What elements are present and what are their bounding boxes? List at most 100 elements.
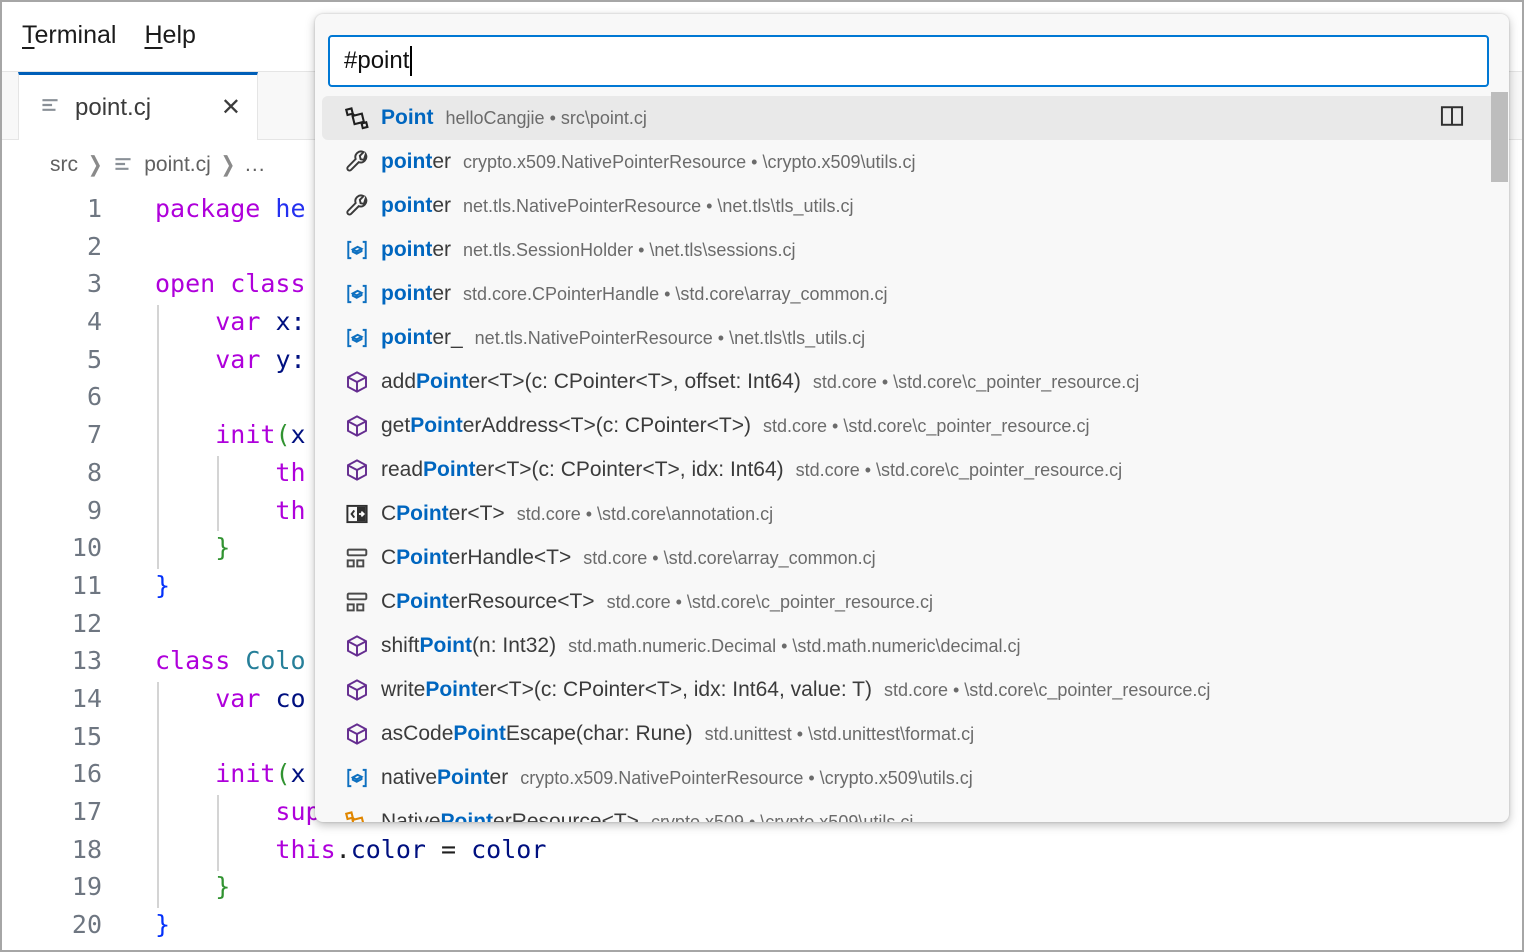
quickpick-item-label: shiftPoint(n: Int32) xyxy=(381,634,556,658)
symbol-struct-icon xyxy=(345,590,369,614)
quickpick-item-label: getPointerAddress<T>(c: CPointer<T>) xyxy=(381,414,751,438)
code-text: th xyxy=(155,496,306,525)
close-icon[interactable]: ✕ xyxy=(221,96,241,120)
code-text: th xyxy=(155,458,306,487)
code-text: } xyxy=(155,571,170,600)
line-number: 20 xyxy=(0,906,102,944)
quickpick-item[interactable]: NativePointerResource<T>crypto.x509 • \c… xyxy=(322,800,1502,822)
quick-open-query: #point xyxy=(344,47,409,75)
code-text: var co xyxy=(155,684,306,713)
indent-guide xyxy=(157,305,159,569)
quickpick-item[interactable]: shiftPoint(n: Int32) std.math.numeric.Dec… xyxy=(322,624,1502,668)
chevron-right-icon: ❯ xyxy=(88,153,102,178)
quickpick-item-label: nativePointer xyxy=(381,766,508,790)
code-text: package he xyxy=(155,194,306,223)
quickpick-item[interactable]: pointercrypto.x509.NativePointerResource… xyxy=(322,140,1502,184)
quick-open-input[interactable]: #point xyxy=(328,35,1489,87)
quickpick-item[interactable]: pointer net.tls.NativePointerResource • \… xyxy=(322,184,1502,228)
quickpick-item[interactable]: writePointer<T>(c: CPointer<T>, idx: Int… xyxy=(322,668,1502,712)
symbol-method-icon xyxy=(345,722,369,746)
line-number: 3 xyxy=(0,265,102,303)
quickpick-item-label: writePointer<T>(c: CPointer<T>, idx: Int… xyxy=(381,678,872,702)
file-lines-icon xyxy=(39,94,61,121)
quickpick-item-detail: crypto.x509.NativePointerResource • \cry… xyxy=(520,768,1479,789)
quickpick-item-label: CPointerHandle<T> xyxy=(381,546,571,570)
breadcrumb-item-src[interactable]: src xyxy=(50,153,78,177)
code-text: init(x xyxy=(155,759,306,788)
line-number: 15 xyxy=(0,718,102,756)
symbol-class-orange-icon xyxy=(345,810,369,822)
line-number: 9 xyxy=(0,492,102,530)
quickpick-item[interactable]: CPointerHandle<T> std.core • \std.core\ar… xyxy=(322,536,1502,580)
code-text: } xyxy=(155,872,230,901)
quickpick-item-label: asCodePointEscape(char: Rune) xyxy=(381,722,693,746)
quickpick-item-label: CPointer<T> xyxy=(381,502,505,526)
quickpick-item[interactable]: CPointer<T>std.core • \std.core\annotati… xyxy=(322,492,1502,536)
scrollbar-thumb[interactable] xyxy=(1491,92,1508,182)
quickpick-item-detail: helloCangjie • src\point.cj xyxy=(446,108,1440,129)
quickpick-item-detail: std.math.numeric.Decimal • \std.math.num… xyxy=(568,636,1479,657)
symbol-method-icon xyxy=(345,634,369,658)
symbol-method-icon xyxy=(345,678,369,702)
line-number: 19 xyxy=(0,868,102,906)
quickpick-item-detail: std.core • \std.core\c_pointer_resource.… xyxy=(813,372,1479,393)
line-number: 5 xyxy=(0,341,102,379)
quickpick-item[interactable]: nativePointer crypto.x509.NativePointerRe… xyxy=(322,756,1502,800)
quickpick-item[interactable]: pointer_net.tls.NativePointerResource • … xyxy=(322,316,1502,360)
line-number: 2 xyxy=(0,228,102,266)
line-number: 4 xyxy=(0,303,102,341)
symbol-method-icon xyxy=(345,370,369,394)
text-caret xyxy=(410,46,412,76)
code-text: class Colo xyxy=(155,646,306,675)
quickpick-item-detail: std.core • \std.core\array_common.cj xyxy=(583,548,1479,569)
split-editor-icon[interactable] xyxy=(1439,103,1465,134)
quickpick-item-label: pointer xyxy=(381,238,451,262)
quickpick-item-detail: std.core • \std.core\c_pointer_resource.… xyxy=(796,460,1479,481)
quickpick-item[interactable]: readPointer<T>(c: CPointer<T>, idx: Int6… xyxy=(322,448,1502,492)
line-number: 16 xyxy=(0,755,102,793)
quickpick-item[interactable]: PointhelloCangjie • src\point.cj xyxy=(322,96,1502,140)
code-line[interactable]: 19 } xyxy=(0,868,1524,906)
line-number: 1 xyxy=(0,190,102,228)
quickpick-item[interactable]: getPointerAddress<T>(c: CPointer<T>)std.… xyxy=(322,404,1502,448)
quickpick-item-detail: std.core.CPointerHandle • \std.core\arra… xyxy=(463,284,1479,305)
quickpick-item-detail: std.unittest • \std.unittest\format.cj xyxy=(705,724,1479,745)
tab-label: point.cj xyxy=(75,94,151,122)
breadcrumb-item-more[interactable]: ... xyxy=(245,153,266,177)
menu-item-terminal[interactable]: Terminal xyxy=(8,0,130,71)
code-text: } xyxy=(155,910,170,939)
symbol-type-parameter-icon xyxy=(345,502,369,526)
code-line[interactable]: 20} xyxy=(0,906,1524,944)
menu-item-help[interactable]: Help xyxy=(130,0,209,71)
symbol-field-icon xyxy=(345,238,369,262)
quickpick-item-label: pointer xyxy=(381,194,451,218)
quickpick-item-label: addPointer<T>(c: CPointer<T>, offset: In… xyxy=(381,370,801,394)
breadcrumb-item-file[interactable]: point.cj xyxy=(144,153,211,177)
line-number: 14 xyxy=(0,680,102,718)
quickpick-item[interactable]: pointernet.tls.SessionHolder • \net.tls\… xyxy=(322,228,1502,272)
code-text: this.color = color xyxy=(155,835,546,864)
code-text: } xyxy=(155,533,230,562)
symbol-class-dark-icon xyxy=(345,106,369,130)
line-number: 7 xyxy=(0,416,102,454)
quickpick-item-label: pointer_ xyxy=(381,326,463,350)
line-number: 6 xyxy=(0,378,102,416)
quickpick-item[interactable]: asCodePointEscape(char: Rune) std.unittes… xyxy=(322,712,1502,756)
code-line[interactable]: 18 this.color = color xyxy=(0,831,1524,869)
line-number: 18 xyxy=(0,831,102,869)
tab-point-cj[interactable]: point.cj ✕ xyxy=(18,72,258,140)
quickpick-item[interactable]: addPointer<T>(c: CPointer<T>, offset: In… xyxy=(322,360,1502,404)
quickpick-item[interactable]: pointer std.core.CPointerHandle • \std.co… xyxy=(322,272,1502,316)
quickpick-item-detail: net.tls.NativePointerResource • \net.tls… xyxy=(463,196,1479,217)
file-lines-icon xyxy=(112,153,134,181)
line-number: 12 xyxy=(0,605,102,643)
symbol-field-icon xyxy=(345,326,369,350)
chevron-right-icon: ❯ xyxy=(221,153,235,178)
quickpick-item[interactable]: CPointerResource<T>std.core • \std.core\… xyxy=(322,580,1502,624)
line-number: 13 xyxy=(0,642,102,680)
code-text: sup xyxy=(155,797,321,826)
line-number: 17 xyxy=(0,793,102,831)
code-text: var y: xyxy=(155,345,306,374)
breadcrumb: src ❯ point.cj ❯ ... xyxy=(50,140,266,190)
quickpick-item-label: pointer xyxy=(381,282,451,306)
